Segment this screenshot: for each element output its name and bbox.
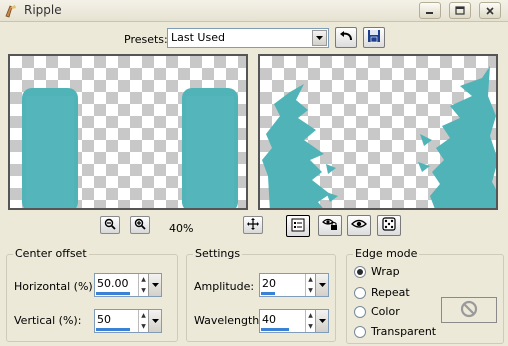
amplitude-value: 20 — [262, 277, 276, 290]
edge-color-swatch[interactable] — [441, 297, 497, 323]
horizontal-slider-fill — [96, 292, 130, 295]
zoom-level: 40% — [169, 222, 194, 235]
presets-label: Presets: — [124, 33, 168, 46]
app-icon — [3, 3, 19, 19]
edge-mode-repeat-label: Repeat — [371, 286, 410, 299]
edge-mode-color-label: Color — [371, 305, 400, 318]
edge-mode-transparent[interactable]: Transparent — [354, 325, 436, 338]
eye-icon — [351, 218, 367, 233]
result-image — [262, 66, 496, 208]
amplitude-stepper[interactable]: ▲ ▼ — [305, 274, 315, 296]
dice-icon — [382, 217, 396, 234]
vertical-value: 50 — [97, 313, 111, 326]
vertical-stepper[interactable]: ▲ ▼ — [138, 310, 148, 332]
floppy-disk-icon — [367, 29, 381, 46]
preview-panel-icon — [291, 218, 305, 235]
center-offset-title: Center offset — [13, 247, 89, 260]
proof-button[interactable] — [347, 215, 371, 236]
radio-button[interactable] — [354, 265, 366, 278]
no-color-icon — [459, 299, 479, 322]
wavelength-field[interactable]: 40 ▲ ▼ — [259, 309, 329, 333]
radio-button[interactable] — [354, 305, 366, 318]
wavelength-value: 40 — [262, 313, 276, 326]
vertical-slider-fill — [96, 328, 130, 331]
maximize-icon — [455, 6, 465, 15]
zoom-in-icon — [134, 218, 146, 233]
presets-value: Last Used — [171, 31, 225, 44]
chevron-down-icon[interactable] — [148, 310, 161, 332]
horizontal-stepper[interactable]: ▲ ▼ — [138, 274, 148, 296]
edge-mode-wrap[interactable]: Wrap — [354, 265, 400, 278]
zoom-out-icon — [104, 218, 116, 233]
close-icon — [485, 6, 495, 16]
zoom-in-button[interactable] — [130, 216, 150, 234]
horizontal-field[interactable]: 50.00 ▲ ▼ — [94, 273, 162, 297]
reset-preset-button[interactable] — [335, 27, 357, 48]
result-preview[interactable] — [258, 54, 498, 210]
move-arrows-icon — [247, 217, 259, 233]
wavelength-stepper[interactable]: ▲ ▼ — [305, 310, 315, 332]
save-preset-button[interactable] — [363, 27, 385, 48]
radio-button[interactable] — [354, 286, 366, 299]
chevron-down-icon[interactable] — [312, 30, 327, 46]
horizontal-label: Horizontal (%): — [14, 280, 97, 293]
horizontal-value: 50.00 — [97, 277, 129, 290]
chevron-down-icon[interactable] — [315, 274, 328, 296]
edge-mode-repeat[interactable]: Repeat — [354, 286, 410, 299]
close-button[interactable] — [479, 2, 501, 19]
chevron-down-icon[interactable] — [148, 274, 161, 296]
preview-toggle-button[interactable] — [286, 215, 310, 237]
amplitude-label: Amplitude: — [194, 280, 255, 293]
chevron-down-icon[interactable] — [315, 310, 328, 332]
zoom-out-button[interactable] — [100, 216, 120, 234]
randomize-button[interactable] — [377, 215, 401, 236]
presets-dropdown[interactable]: Last Used — [167, 28, 329, 48]
wavelength-label: Wavelength: — [194, 314, 263, 327]
pan-button[interactable] — [243, 216, 263, 234]
title-bar: Ripple — [0, 0, 508, 22]
edge-mode-color[interactable]: Color — [354, 305, 400, 318]
edge-mode-transparent-label: Transparent — [371, 325, 437, 338]
original-image — [22, 88, 238, 208]
undo-arrow-icon — [339, 30, 353, 45]
original-preview[interactable] — [8, 54, 248, 210]
vertical-label: Vertical (%): — [14, 314, 82, 327]
wavelength-slider-fill — [261, 328, 289, 331]
edge-mode-wrap-label: Wrap — [371, 265, 400, 278]
window-title: Ripple — [24, 3, 62, 17]
edge-mode-title: Edge mode — [353, 247, 420, 260]
vertical-field[interactable]: 50 ▲ ▼ — [94, 309, 162, 333]
minimize-icon — [425, 7, 435, 15]
radio-button[interactable] — [354, 325, 366, 338]
minimize-button[interactable] — [419, 2, 441, 19]
eye-lock-icon — [322, 217, 338, 234]
amplitude-slider-fill — [261, 292, 275, 295]
amplitude-field[interactable]: 20 ▲ ▼ — [259, 273, 329, 297]
proof-lock-button[interactable] — [318, 215, 342, 236]
settings-title: Settings — [193, 247, 243, 260]
maximize-button[interactable] — [449, 2, 471, 19]
